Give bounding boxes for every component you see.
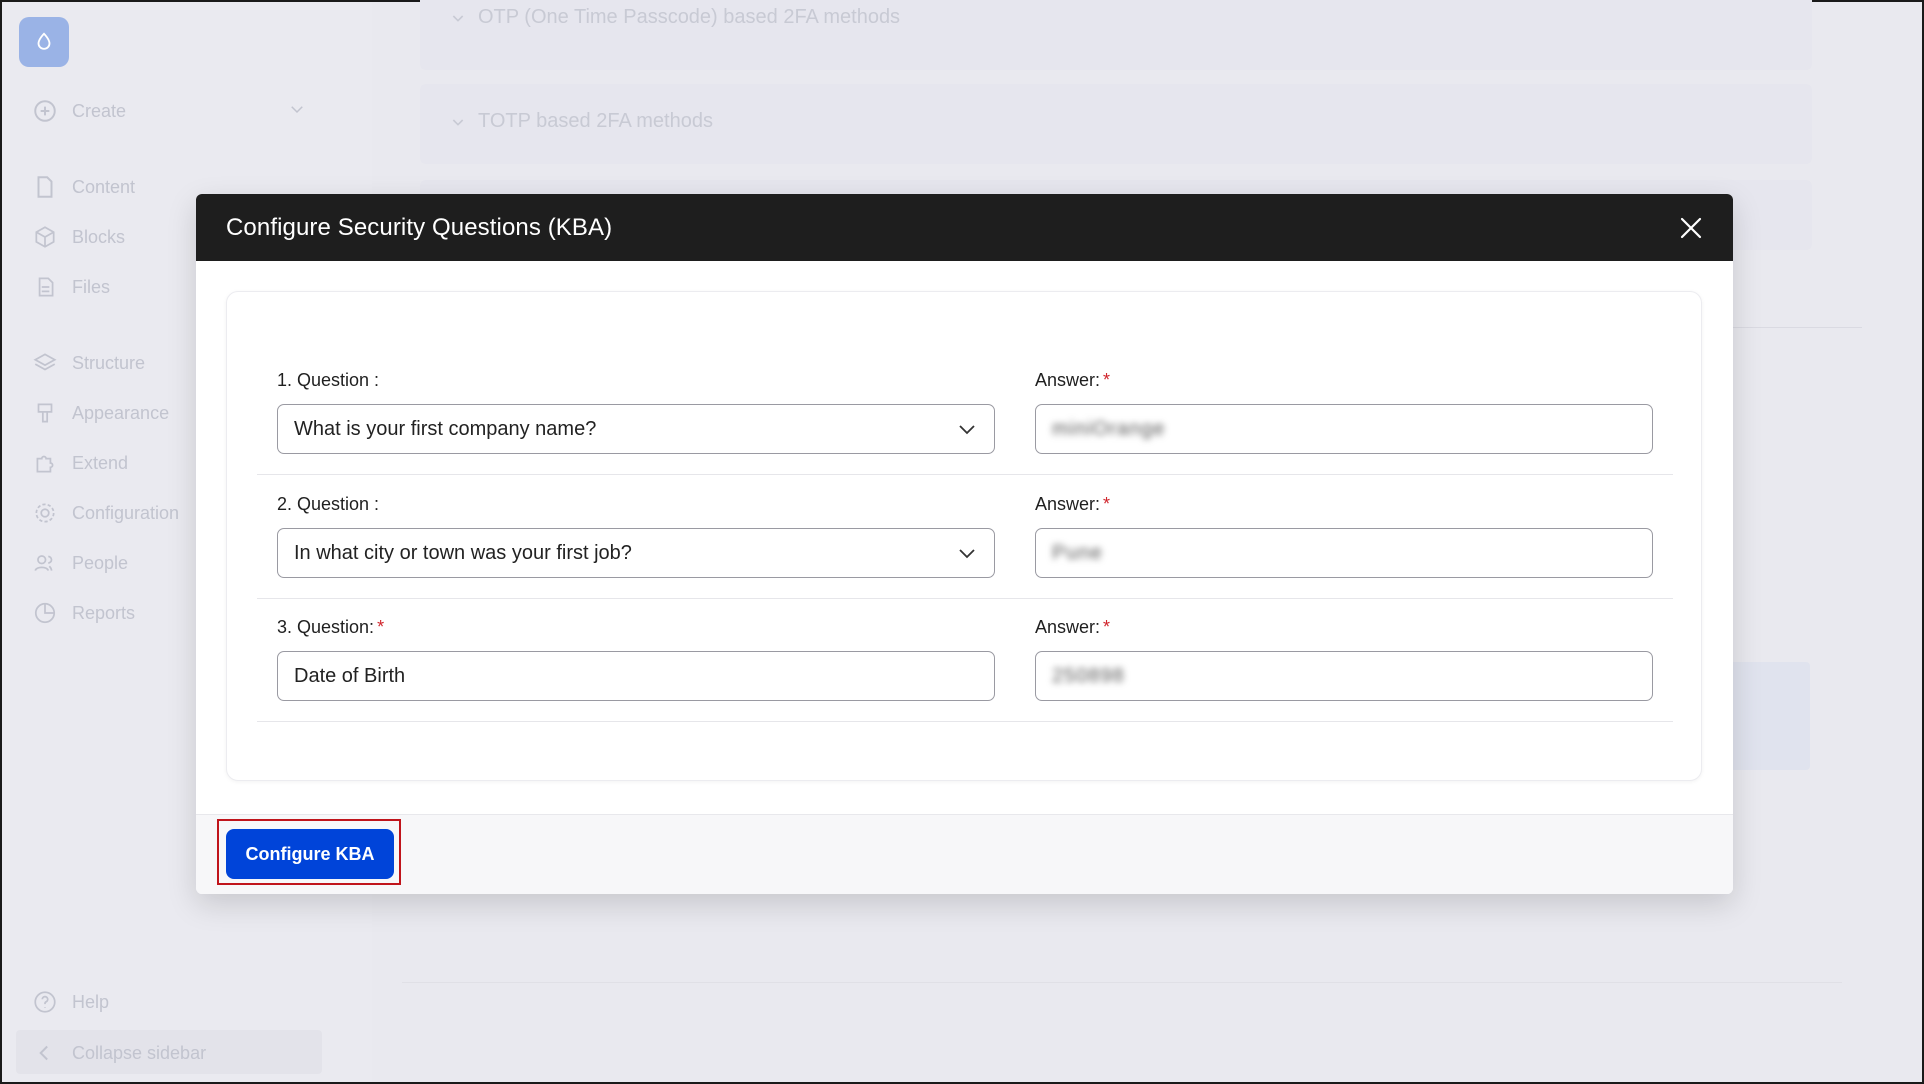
sidebar-item-create[interactable]: Create bbox=[32, 98, 126, 124]
sidebar-item-blocks[interactable]: Blocks bbox=[32, 224, 125, 250]
help-icon bbox=[34, 991, 56, 1013]
configure-kba-button[interactable]: Configure KBA bbox=[226, 829, 394, 879]
question-label: 3. Question: * bbox=[277, 617, 385, 637]
totp-methods-panel[interactable]: TOTP based 2FA methods bbox=[420, 84, 1812, 164]
sidebar-item-appearance[interactable]: Appearance bbox=[32, 400, 169, 426]
panel-title: OTP (One Time Passcode) based 2FA method… bbox=[478, 6, 901, 28]
questions-card: 1. Question : What is your first company… bbox=[226, 291, 1702, 781]
chevron-down-icon bbox=[452, 118, 464, 126]
modal-body: 1. Question : What is your first company… bbox=[196, 261, 1733, 814]
people-icon bbox=[34, 555, 53, 572]
modal-footer: Configure KBA bbox=[196, 814, 1733, 894]
close-button[interactable] bbox=[1677, 214, 1705, 242]
answer-value: Pune bbox=[1052, 541, 1103, 564]
file-icon bbox=[37, 176, 53, 198]
modal-title: Configure Security Questions (KBA) bbox=[226, 213, 613, 241]
puzzle-icon bbox=[36, 455, 54, 473]
collapse-sidebar-label: Collapse sidebar bbox=[72, 1042, 207, 1063]
brush-icon bbox=[37, 403, 53, 423]
sidebar-item-label: Files bbox=[72, 276, 111, 297]
answer-input[interactable]: 250898 bbox=[1035, 651, 1653, 701]
pie-chart-icon bbox=[34, 602, 56, 624]
row-divider bbox=[257, 474, 1673, 475]
sidebar-item-people[interactable]: People bbox=[32, 550, 128, 576]
sidebar-item-label: Configuration bbox=[72, 502, 180, 523]
question-select[interactable]: What is your first company name? bbox=[277, 404, 995, 454]
sidebar-item-label: Help bbox=[72, 991, 110, 1012]
modal-header: Configure Security Questions (KBA) bbox=[196, 194, 1733, 261]
question-select-value: What is your first company name? bbox=[294, 417, 597, 440]
sidebar-item-label: People bbox=[72, 552, 129, 573]
answer-label: Answer: * bbox=[1035, 370, 1111, 390]
sidebar-item-label: Reports bbox=[72, 602, 136, 623]
question-label: 1. Question : bbox=[277, 370, 380, 390]
sidebar-item-label: Extend bbox=[72, 452, 129, 473]
files-icon bbox=[38, 277, 54, 297]
answer-input[interactable]: miniOrange bbox=[1035, 404, 1653, 454]
chevron-down-icon[interactable] bbox=[288, 100, 306, 118]
question-input-value: Date of Birth bbox=[294, 664, 406, 687]
sidebar-item-structure[interactable]: Structure bbox=[32, 350, 145, 376]
divider bbox=[402, 982, 1842, 983]
panel-title: TOTP based 2FA methods bbox=[478, 110, 713, 132]
sidebar-item-help[interactable]: Help bbox=[32, 989, 109, 1015]
question-label: 2. Question : bbox=[277, 494, 380, 514]
chevron-down-icon bbox=[959, 549, 975, 559]
row-divider bbox=[257, 721, 1673, 722]
row-divider bbox=[257, 598, 1673, 599]
answer-value: miniOrange bbox=[1052, 417, 1166, 440]
sidebar-item-label: Appearance bbox=[72, 402, 170, 423]
answer-label: Answer: * bbox=[1035, 617, 1111, 637]
drupal-logo-icon[interactable] bbox=[19, 17, 69, 67]
otp-methods-panel[interactable]: OTP (One Time Passcode) based 2FA method… bbox=[420, 0, 1812, 70]
collapse-sidebar-button[interactable]: Collapse sidebar bbox=[32, 1040, 206, 1066]
kba-modal: Configure Security Questions (KBA) 1. Qu… bbox=[196, 194, 1733, 894]
question-select[interactable]: In what city or town was your first job? bbox=[277, 528, 995, 578]
close-icon bbox=[1680, 217, 1702, 239]
sidebar-item-label: Content bbox=[72, 176, 136, 197]
sidebar-item-label: Create bbox=[72, 100, 127, 121]
answer-input[interactable]: Pune bbox=[1035, 528, 1653, 578]
sidebar-item-content[interactable]: Content bbox=[32, 174, 135, 200]
question-input[interactable]: Date of Birth bbox=[277, 651, 995, 701]
divider bbox=[1712, 327, 1862, 328]
layers-icon bbox=[33, 353, 57, 371]
answer-value: 250898 bbox=[1052, 664, 1125, 687]
sidebar-item-files[interactable]: Files bbox=[32, 274, 110, 300]
chevron-down-icon bbox=[452, 14, 464, 22]
chevron-down-icon bbox=[959, 425, 975, 435]
sidebar-item-configuration[interactable]: Configuration bbox=[32, 500, 179, 526]
plus-circle-icon bbox=[34, 100, 56, 122]
answer-label: Answer: * bbox=[1035, 494, 1111, 514]
cube-icon bbox=[35, 226, 55, 248]
sidebar-item-reports[interactable]: Reports bbox=[32, 600, 135, 626]
sidebar-item-extend[interactable]: Extend bbox=[32, 450, 128, 476]
gear-icon bbox=[35, 503, 55, 523]
chevron-left-icon bbox=[39, 1045, 48, 1061]
sidebar-item-label: Structure bbox=[72, 352, 146, 373]
sidebar-item-label: Blocks bbox=[72, 226, 126, 247]
question-select-value: In what city or town was your first job? bbox=[294, 541, 632, 564]
